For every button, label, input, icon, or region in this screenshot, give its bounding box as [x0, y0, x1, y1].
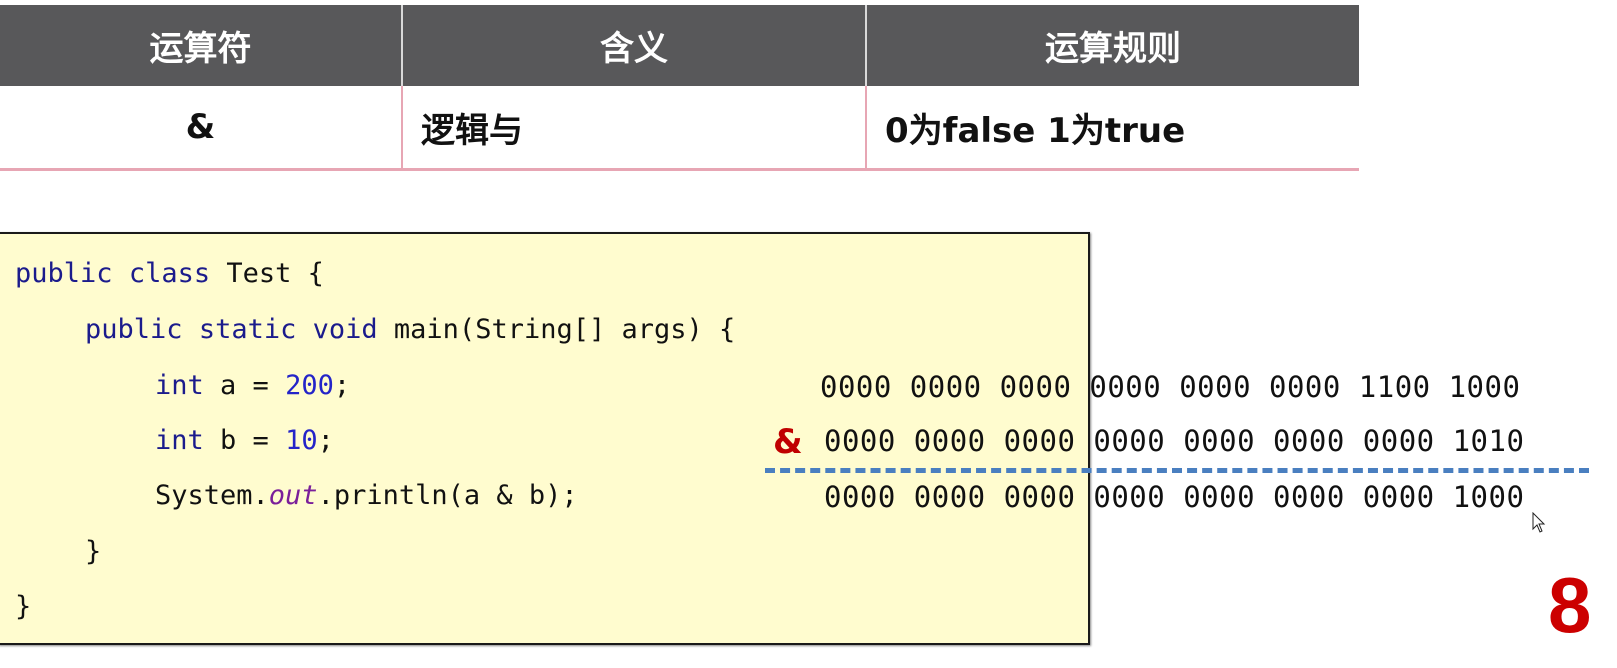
binary-a: 0000 0000 0000 0000 0000 0000 1100 1000 [820, 370, 1521, 404]
result-decimal: 8 [1548, 561, 1592, 649]
keyword: public [15, 258, 113, 289]
header-meaning: 含义 [401, 5, 866, 86]
keyword: int [155, 370, 204, 401]
code-line-int-b: int b = 10; [155, 425, 334, 456]
code-text: a = [203, 370, 286, 401]
field-out: out [268, 480, 318, 511]
cell-meaning: 逻辑与 [401, 86, 866, 171]
and-operator-symbol: & [773, 422, 803, 462]
code-line-main: public static void main(String[] args) { [85, 314, 735, 345]
operator-table: 运算符 含义 运算规则 & 逻辑与 0为false 1为true [0, 5, 1359, 171]
dashed-divider [765, 468, 1589, 473]
binary-result: 0000 0000 0000 0000 0000 0000 0000 1000 [824, 480, 1525, 514]
code-text: main(String[] args) { [377, 314, 736, 345]
code-line-close-class: } [15, 591, 32, 622]
code-text: b = [203, 425, 286, 456]
code-line-println: System.out.println(a & b); [155, 480, 578, 511]
keyword: int [155, 425, 204, 456]
code-line-int-a: int a = 200; [155, 370, 350, 401]
cell-rule: 0为false 1为true [865, 86, 1359, 171]
code-text: Test { [210, 258, 324, 289]
code-line-class: public class Test { [15, 258, 324, 289]
keyword: void [312, 314, 378, 345]
binary-b: 0000 0000 0000 0000 0000 0000 0000 1010 [824, 424, 1525, 458]
keyword: public [85, 314, 183, 345]
header-operator: 运算符 [0, 5, 402, 86]
keyword: static [198, 314, 297, 345]
keyword: class [128, 258, 211, 289]
mouse-cursor-icon [1532, 512, 1546, 533]
header-rule: 运算规则 [865, 5, 1359, 86]
code-text: System. [155, 480, 269, 511]
code-text: ; [317, 425, 334, 456]
cell-operator: & [0, 86, 402, 171]
code-text: .println(a & b); [317, 480, 578, 511]
table-row: & 逻辑与 0为false 1为true [0, 86, 1359, 171]
code-text: ; [333, 370, 351, 401]
code-line-close-method: } [85, 536, 102, 567]
table-header-row: 运算符 含义 运算规则 [0, 5, 1359, 86]
number-literal: 200 [285, 370, 334, 401]
number-literal: 10 [285, 425, 318, 456]
